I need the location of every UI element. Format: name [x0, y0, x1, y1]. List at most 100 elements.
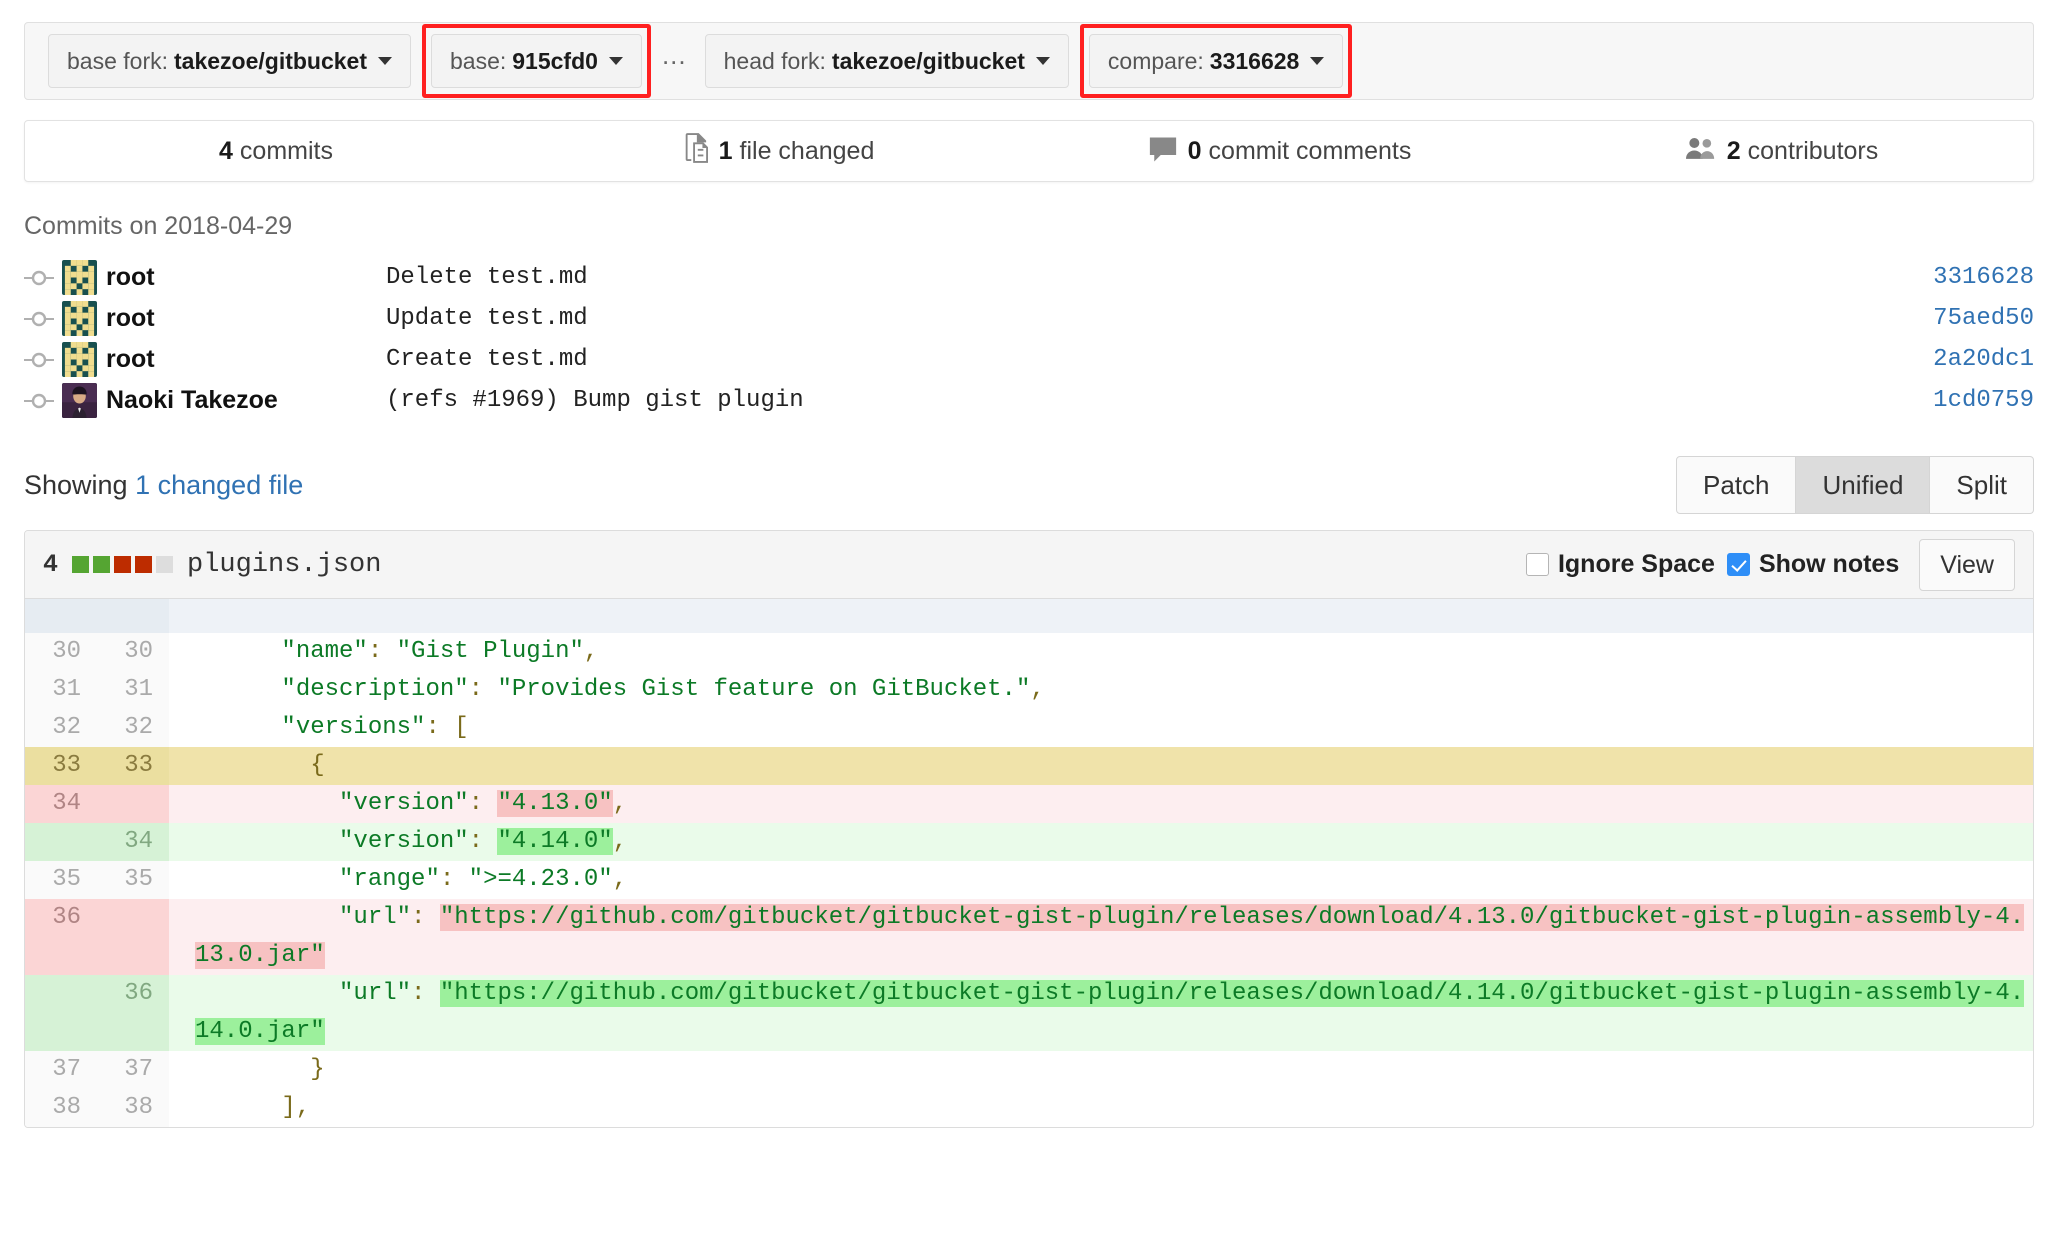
stat-comments-label: commit comments: [1208, 136, 1412, 165]
code-token: "description": [281, 676, 469, 703]
stat-commits[interactable]: 4 commits: [25, 137, 527, 166]
compare-dropdown[interactable]: compare: 3316628: [1088, 34, 1344, 88]
code-token: "range": [339, 866, 440, 893]
diff-stat-square-add: [72, 556, 90, 573]
diff-code-cell[interactable]: ],: [169, 1089, 2033, 1127]
diff-code-cell[interactable]: }: [169, 1051, 2033, 1089]
diff-new-line-number: [97, 899, 169, 975]
diff-header-old-gutter: [25, 599, 97, 633]
view-file-button[interactable]: View: [1919, 538, 2015, 591]
stat-files-changed[interactable]: 1 file changed: [527, 132, 1029, 170]
commit-message[interactable]: Delete test.md: [386, 264, 1884, 291]
changed-file-link[interactable]: 1 changed file: [135, 470, 303, 500]
code-token: "version": [339, 828, 469, 855]
commit-id[interactable]: 1cd0759: [1884, 387, 2034, 414]
show-notes-toggle[interactable]: Show notes: [1726, 550, 1900, 579]
head-fork-dropdown[interactable]: head fork: takezoe/gitbucket: [704, 34, 1069, 88]
diff-code-cell[interactable]: "url": "https://github.com/gitbucket/git…: [169, 975, 2033, 1051]
diff-line-del: 34 "version": "4.13.0",: [25, 785, 2033, 823]
diff-line-ctx: 30 30 "name": "Gist Plugin",: [25, 633, 2033, 671]
avatar[interactable]: [62, 260, 97, 295]
chevron-down-icon: [1310, 57, 1325, 65]
commit-id[interactable]: 2a20dc1: [1884, 346, 2034, 373]
code-token: :: [411, 904, 426, 931]
avatar[interactable]: [62, 301, 97, 336]
view-mode-patch[interactable]: Patch: [1675, 456, 1797, 514]
commit-author[interactable]: root: [106, 263, 386, 292]
diff-old-line-number: [25, 975, 97, 1051]
diff-code-cell[interactable]: "url": "https://github.com/gitbucket/git…: [169, 899, 2033, 975]
commit-author[interactable]: root: [106, 345, 386, 374]
compare-value: 3316628: [1209, 47, 1300, 74]
ignore-space-checkbox[interactable]: [1525, 553, 1549, 576]
code-token: "version": [339, 790, 469, 817]
diff-old-line-number: 35: [25, 861, 97, 899]
code-token: ,: [295, 1094, 311, 1121]
commit-message[interactable]: Create test.md: [386, 346, 1884, 373]
commit-id[interactable]: 75aed50: [1884, 305, 2034, 332]
code-token: :: [468, 828, 484, 855]
diff-stat-square-del: [135, 556, 153, 573]
diff-code-cell[interactable]: "version": "4.14.0",: [169, 823, 2033, 861]
code-token: "https://github.com/gitbucket/gitbucket-…: [195, 904, 2025, 969]
diff-table-header-row: [25, 599, 2033, 633]
diff-code-cell[interactable]: "range": ">=4.23.0",: [169, 861, 2033, 899]
diff-header-code: [169, 599, 2033, 633]
diff-code-cell[interactable]: "description": "Provides Gist feature on…: [169, 671, 2033, 709]
diff-table: 30 30 "name": "Gist Plugin", 31 31 "descrip…: [25, 599, 2033, 1127]
show-notes-label: Show notes: [1758, 550, 1900, 578]
show-notes-checkbox[interactable]: [1726, 553, 1750, 576]
stat-commits-label: commits: [239, 136, 333, 165]
commit-message[interactable]: (refs #1969) Bump gist plugin: [386, 387, 1884, 414]
diff-filename[interactable]: plugins.json: [187, 550, 381, 580]
diff-new-line-number: 37: [97, 1051, 169, 1089]
commit-row: root Create test.md 2a20dc1: [24, 339, 2034, 380]
commit-author[interactable]: Naoki Takezoe: [106, 386, 386, 415]
base-fork-dropdown[interactable]: base fork: takezoe/gitbucket: [48, 34, 411, 88]
avatar[interactable]: [62, 342, 97, 377]
compare-branch-bar: base fork: takezoe/gitbucket base: 915cf…: [24, 22, 2034, 100]
diff-code-cell[interactable]: "versions": [: [169, 709, 2033, 747]
people-icon: [1685, 135, 1716, 168]
diff-code-cell[interactable]: "version": "4.13.0",: [169, 785, 2033, 823]
diff-line-ctx: 35 35 "range": ">=4.23.0",: [25, 861, 2033, 899]
code-token: :: [468, 676, 484, 703]
ignore-space-label: Ignore Space: [1557, 550, 1715, 578]
commit-id[interactable]: 3316628: [1884, 264, 2034, 291]
ignore-space-toggle[interactable]: Ignore Space: [1525, 550, 1715, 579]
stat-files-count: 1: [718, 136, 733, 165]
range-separator: ...: [661, 39, 687, 70]
diff-code-cell[interactable]: "name": "Gist Plugin",: [169, 633, 2033, 671]
view-mode-split[interactable]: Split: [1930, 456, 2034, 514]
stat-commits-count: 4: [219, 136, 233, 165]
diff-old-line-number: 33: [25, 747, 97, 785]
code-token: ]: [281, 1094, 296, 1121]
commit-node-icon: [24, 269, 62, 287]
diff-line-ctx: 37 37 }: [25, 1051, 2033, 1089]
stat-contributors-count: 2: [1726, 136, 1741, 165]
diff-code-cell[interactable]: {: [169, 747, 2033, 785]
stat-contributors-label: contributors: [1747, 136, 1879, 165]
code-token: {: [310, 752, 325, 779]
code-token: "https://github.com/gitbucket/gitbucket-…: [195, 980, 2025, 1045]
commit-author[interactable]: root: [106, 304, 386, 333]
commit-message[interactable]: Update test.md: [386, 305, 1884, 332]
base-value: 915cfd0: [512, 47, 598, 74]
stat-commit-comments[interactable]: 0 commit comments: [1029, 134, 1531, 169]
diff-stat-squares: [72, 556, 174, 573]
code-token: "name": [281, 638, 368, 665]
code-token: "Provides Gist feature on GitBucket.": [497, 676, 1031, 703]
diff-old-line-number: 38: [25, 1089, 97, 1127]
view-mode-unified[interactable]: Unified: [1796, 456, 1931, 514]
code-token: "url": [339, 904, 412, 931]
avatar[interactable]: [62, 383, 97, 418]
diff-line-del: 36 "url": "https://github.com/gitbucket/…: [25, 899, 2033, 975]
stat-contributors[interactable]: 2 contributors: [1531, 135, 2033, 168]
code-token: ,: [1030, 676, 1045, 703]
code-token: ,: [612, 866, 628, 893]
diff-old-line-number: 32: [25, 709, 97, 747]
diff-old-line-number: [25, 823, 97, 861]
base-dropdown[interactable]: base: 915cfd0: [431, 34, 642, 88]
